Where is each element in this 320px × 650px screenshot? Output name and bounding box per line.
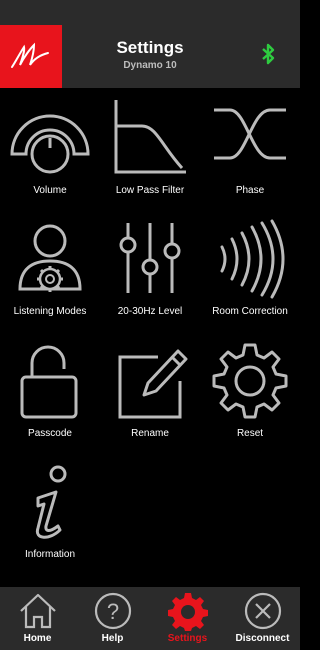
tab-label: Disconnect xyxy=(235,633,290,644)
padlock-icon xyxy=(20,345,78,419)
tile-label: Volume xyxy=(33,185,67,196)
level-tile[interactable]: 20-30Hz Level xyxy=(100,209,200,330)
listening-modes-icon xyxy=(18,224,82,292)
rename-pencil-icon xyxy=(118,349,188,419)
room-correction-tile[interactable]: Room Correction xyxy=(200,209,300,330)
low-pass-filter-tile[interactable]: Low Pass Filter xyxy=(100,88,200,209)
phase-tile[interactable]: Phase xyxy=(200,88,300,209)
listening-modes-tile[interactable]: Listening Modes xyxy=(0,209,100,330)
tile-label: Reset xyxy=(236,428,264,439)
room-correction-icon xyxy=(220,219,285,299)
tile-label: Phase xyxy=(235,185,265,196)
device-name: Dynamo 10 xyxy=(123,60,177,71)
tab-label: Home xyxy=(23,633,52,644)
level-sliders-icon xyxy=(119,223,181,293)
volume-tile[interactable]: Volume xyxy=(0,88,100,209)
reset-gear-icon xyxy=(212,343,288,419)
tile-label: Room Correction xyxy=(212,306,288,317)
phase-icon xyxy=(214,108,286,160)
tab-help[interactable]: ? Help xyxy=(75,587,150,650)
svg-text:?: ? xyxy=(106,599,118,624)
tile-label: 20-30Hz Level xyxy=(117,306,183,317)
tile-label: Listening Modes xyxy=(13,306,87,317)
disconnect-icon xyxy=(244,592,281,630)
brand-signature-logo-icon xyxy=(11,42,49,68)
bluetooth-icon xyxy=(262,43,275,65)
tab-disconnect[interactable]: Disconnect xyxy=(225,587,300,650)
tab-home[interactable]: Home xyxy=(0,587,75,650)
low-pass-filter-icon xyxy=(114,100,186,174)
passcode-tile[interactable]: Passcode xyxy=(0,331,100,452)
reset-tile[interactable]: Reset xyxy=(200,331,300,452)
volume-dial-icon xyxy=(10,114,90,174)
tile-label: Low Pass Filter xyxy=(115,185,185,196)
bottom-tab-bar: Home ? Help Settings Disconnect xyxy=(0,587,300,650)
tab-settings[interactable]: Settings xyxy=(150,587,225,650)
information-icon xyxy=(35,465,67,539)
tab-label: Help xyxy=(101,633,124,644)
rename-tile[interactable]: Rename xyxy=(100,331,200,452)
home-icon xyxy=(19,593,56,629)
settings-gear-icon xyxy=(167,593,208,631)
information-tile[interactable]: Information xyxy=(0,452,100,573)
tile-label: Passcode xyxy=(28,428,72,439)
tile-label: Information xyxy=(24,549,76,560)
page-title: Settings xyxy=(116,38,184,57)
help-icon: ? xyxy=(94,592,131,630)
app-header: Settings Dynamo 10 xyxy=(0,0,300,88)
brand-logo[interactable] xyxy=(0,25,62,88)
tile-label: Rename xyxy=(131,428,169,439)
tab-label: Settings xyxy=(167,633,208,644)
